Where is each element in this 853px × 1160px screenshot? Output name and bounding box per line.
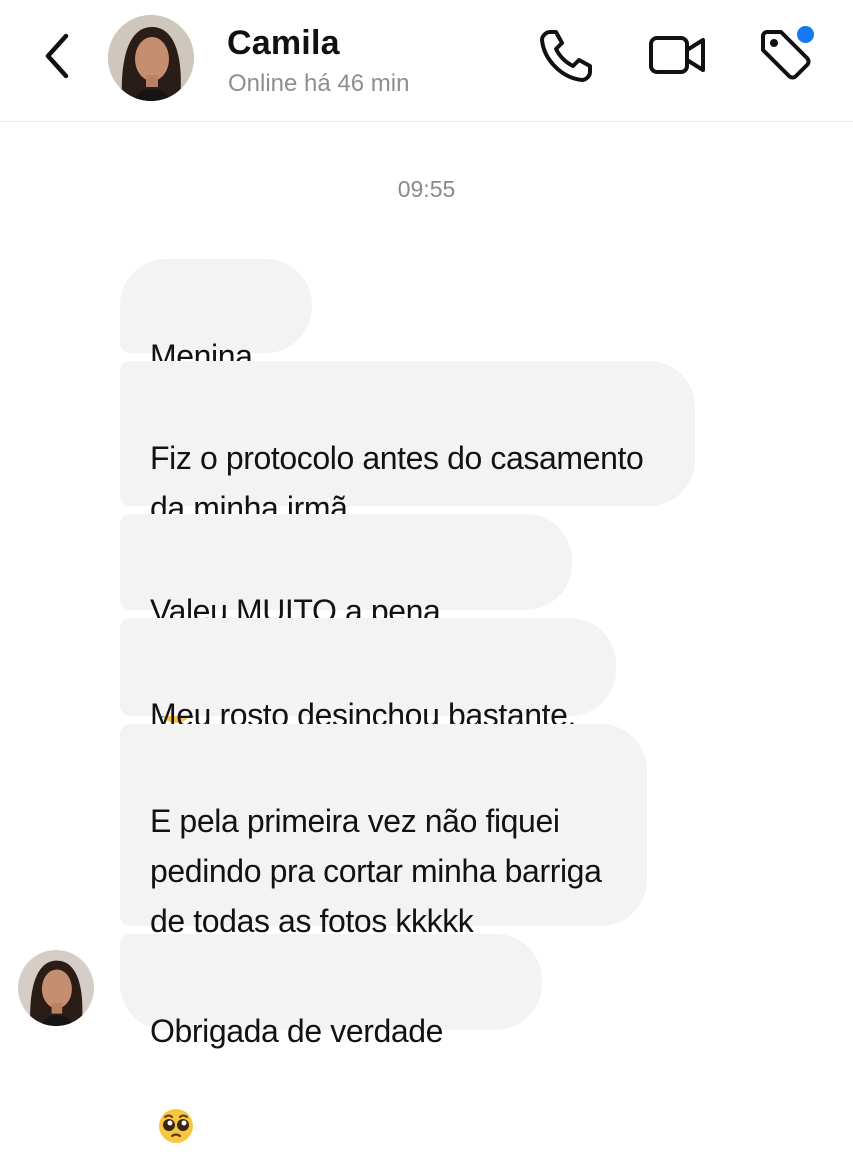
message-bubble[interactable]: Menina... [120, 259, 312, 374]
contact-name[interactable]: Camila [227, 24, 340, 63]
message-bubble[interactable]: E pela primeira vez não fiquei pedindo p… [120, 724, 647, 939]
avatar[interactable] [108, 15, 194, 101]
phone-icon [540, 30, 592, 82]
chat-header: Camila Online há 46 min [0, 0, 853, 122]
sender-avatar[interactable] [18, 950, 94, 1026]
back-button[interactable] [38, 28, 78, 84]
message-bubble[interactable]: Valeu MUITO a pena [120, 514, 572, 826]
message-timestamp: 09:55 [397, 176, 456, 202]
video-call-button[interactable] [645, 24, 707, 86]
message-bubble[interactable]: Obrigada de verdade [120, 934, 542, 1143]
message-text: Obrigada de verdade [150, 1013, 444, 1049]
message-bubble[interactable]: Meu rosto desinchou bastante. [120, 618, 616, 733]
call-button[interactable] [536, 24, 598, 86]
message-text: E pela primeira vez não fiquei pedindo p… [150, 803, 602, 939]
pleading-face-emoji [156, 1056, 196, 1160]
notification-dot [797, 26, 814, 43]
video-camera-icon [649, 36, 705, 74]
online-status: Online há 46 min [228, 70, 410, 97]
chevron-left-icon [45, 33, 69, 79]
message-bubble[interactable]: Fiz o protocolo antes do casamento da mi… [120, 361, 695, 526]
